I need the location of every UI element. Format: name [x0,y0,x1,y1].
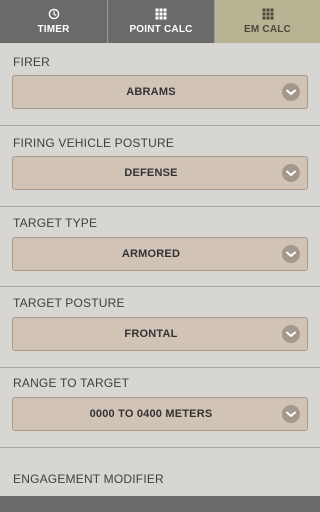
em-calc-screen: TIMER POINT CALC EM CALC FIRER ABRAMS FI… [0,0,320,512]
posture-label: FIRING VEHICLE POSTURE [13,136,175,150]
posture-section: FIRING VEHICLE POSTURE DEFENSE [0,126,320,207]
chevron-down-icon [282,405,300,423]
tab-bar: TIMER POINT CALC EM CALC [0,0,320,43]
chevron-down-icon [282,83,300,101]
target-type-label: TARGET TYPE [13,216,98,230]
tab-timer-label: TIMER [37,24,70,35]
tab-timer[interactable]: TIMER [0,0,108,43]
firer-dropdown[interactable]: ABRAMS [12,75,308,109]
engagement-modifier-label: ENGAGEMENT MODIFIER [13,472,164,486]
bottom-bar [0,496,320,512]
tab-point-calc[interactable]: POINT CALC [108,0,215,43]
target-type-dropdown[interactable]: ARMORED [12,237,308,271]
firer-label: FIRER [13,55,50,69]
firer-section: FIRER ABRAMS [0,43,320,126]
chevron-down-icon [282,325,300,343]
posture-dropdown[interactable]: DEFENSE [12,156,308,190]
range-section: RANGE TO TARGET 0000 TO 0400 METERS [0,368,320,448]
grid-icon [262,8,273,20]
grid-icon [155,8,167,20]
range-value: 0000 TO 0400 METERS [89,408,213,420]
tab-em-calc[interactable]: EM CALC [215,0,320,43]
chevron-down-icon [282,245,300,263]
chevron-down-icon [282,164,300,182]
tab-point-calc-label: POINT CALC [129,24,193,35]
range-dropdown[interactable]: 0000 TO 0400 METERS [12,397,308,431]
firer-value: ABRAMS [126,86,176,98]
target-posture-section: TARGET POSTURE FRONTAL [0,287,320,368]
target-posture-dropdown[interactable]: FRONTAL [12,317,308,351]
target-type-value: ARMORED [121,248,181,260]
tab-em-calc-label: EM CALC [244,24,291,35]
posture-value: DEFENSE [124,167,178,179]
target-type-section: TARGET TYPE ARMORED [0,207,320,287]
target-posture-value: FRONTAL [124,328,178,340]
target-posture-label: TARGET POSTURE [13,296,125,310]
range-label: RANGE TO TARGET [13,376,130,390]
clock-icon [48,8,59,20]
